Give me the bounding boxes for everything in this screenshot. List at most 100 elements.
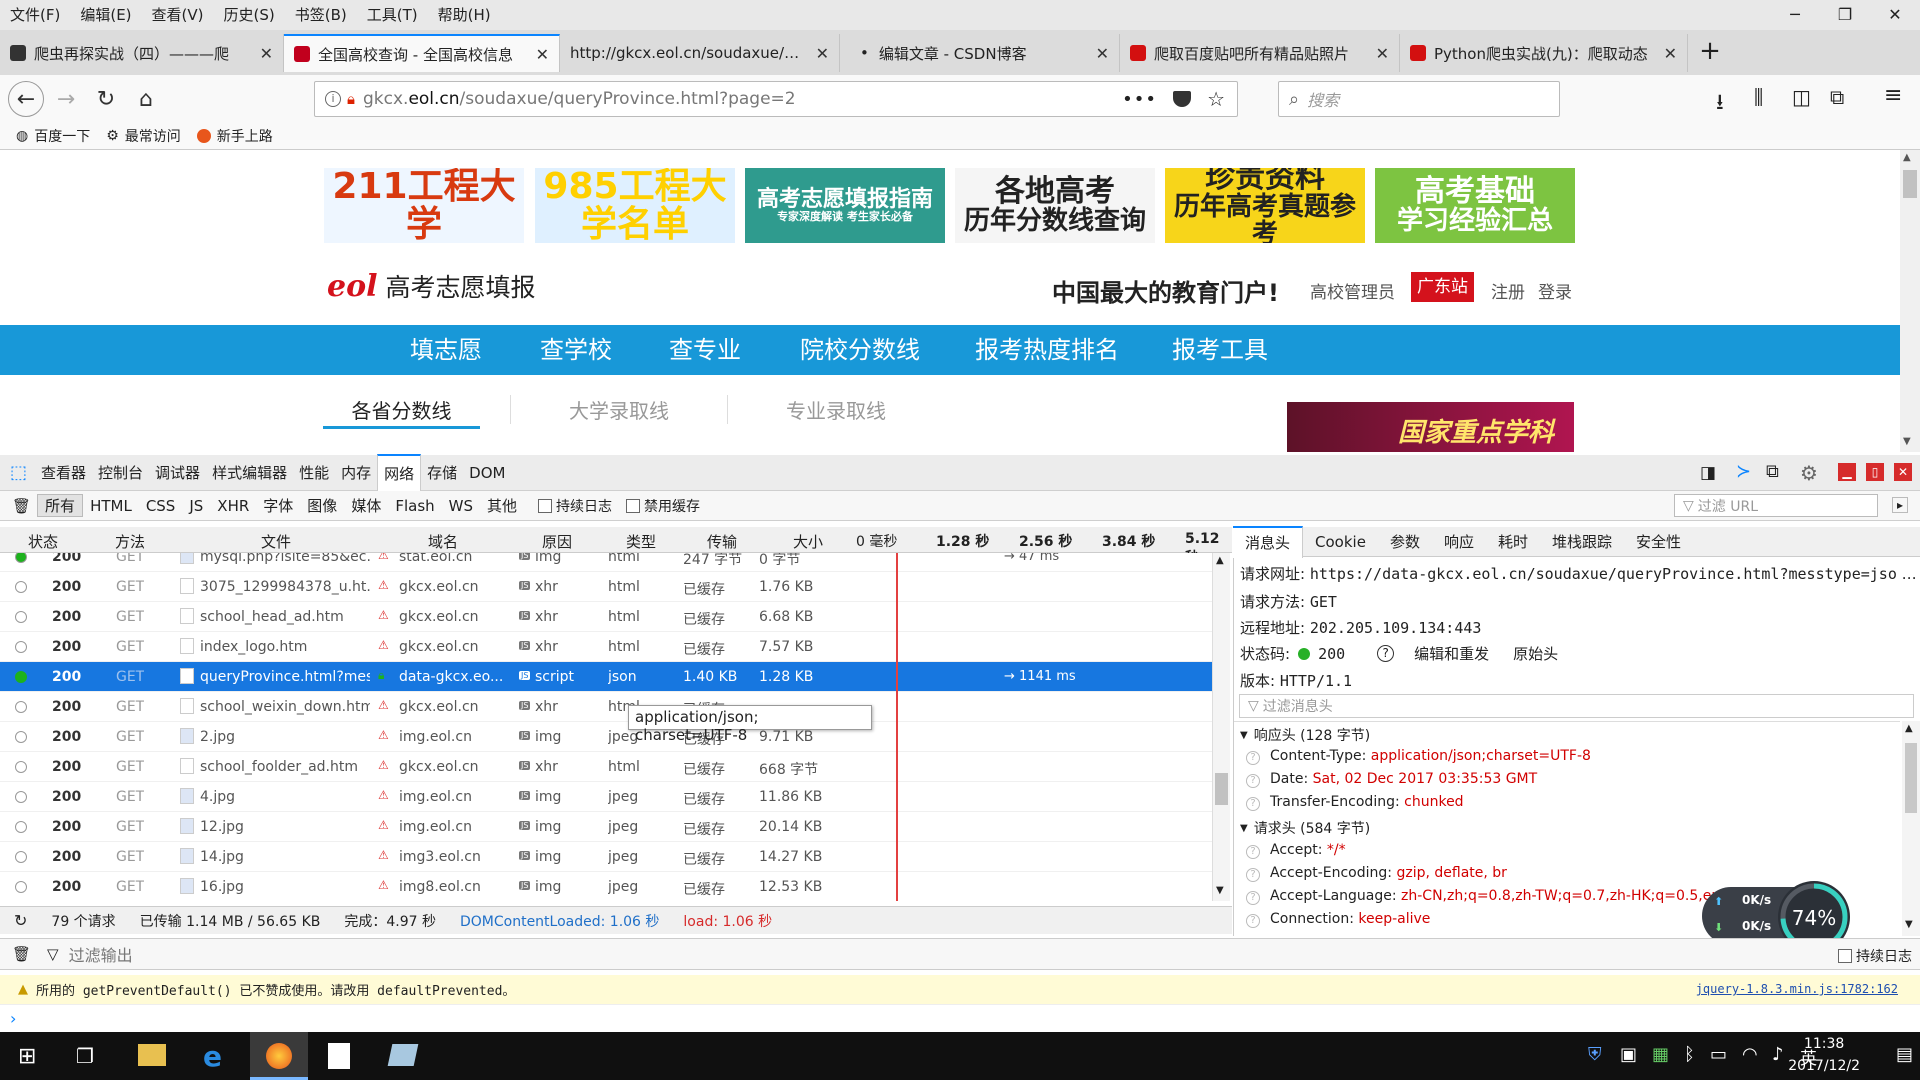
- response-headers-section[interactable]: ▼ 响应头 (128 字节): [1240, 725, 1370, 745]
- type-filter-button[interactable]: Flash: [388, 497, 441, 515]
- col-size[interactable]: 大小: [793, 531, 823, 552]
- site-nav-item[interactable]: 院校分数线: [800, 325, 920, 375]
- table-row[interactable]: ⚠ JS 200 GET index_logo.htm gkcx.eol.cn xhr htm…: [0, 632, 1212, 662]
- table-row[interactable]: ⚠ JS 200 GET 3075_1299984378_u.ht... gkcx.eol…: [0, 572, 1212, 602]
- library-icon[interactable]: ⫼: [1754, 85, 1763, 109]
- table-row[interactable]: ⚠ JS 200 GET 12.jpg img.eol.cn img jpeg 已缓存 20.14…: [0, 812, 1212, 842]
- subtab-university[interactable]: 大学录取线: [510, 395, 727, 424]
- request-url-value[interactable]: https://data-gkcx.eol.cn/soudaxue/queryP…: [1310, 565, 1897, 583]
- persist-log-checkbox[interactable]: 持续日志: [538, 496, 612, 516]
- table-row[interactable]: ⚠ JS 200 GET school_weixin_down.htm gkcx.eol.…: [0, 692, 1212, 722]
- url-bar[interactable]: i 🔒︎ gkcx.eol.cn/soudaxue/queryProvince.…: [314, 81, 1238, 117]
- browser-tab[interactable]: 爬虫再探实战（四）———爬 ✕: [0, 34, 284, 72]
- type-filter-button[interactable]: HTML: [83, 497, 139, 515]
- menu-item[interactable]: 帮助(H): [428, 0, 501, 30]
- close-tab-icon[interactable]: ✕: [260, 44, 273, 63]
- type-filter-button[interactable]: 媒体: [344, 495, 388, 516]
- close-tab-icon[interactable]: ✕: [1664, 44, 1677, 63]
- dock-bottom-icon[interactable]: ▁: [1838, 463, 1856, 481]
- type-filter-button[interactable]: 图像: [300, 495, 344, 516]
- ad-banner[interactable]: 高考基础 学习经验汇总: [1375, 168, 1575, 243]
- type-filter-button[interactable]: 字体: [256, 495, 300, 516]
- devtools-tool-tab[interactable]: 控制台: [92, 455, 149, 491]
- site-logo[interactable]: eol 高考志愿填报: [327, 268, 536, 304]
- taskbar-clock[interactable]: 11:38 2017/12/2: [1788, 1033, 1908, 1077]
- subtab-major[interactable]: 专业录取线: [727, 395, 944, 424]
- file-explorer-icon[interactable]: [138, 1044, 166, 1066]
- ad-banner[interactable]: 各地高考 历年分数线查询: [955, 168, 1155, 243]
- scroll-thumb[interactable]: [1903, 170, 1917, 198]
- site-nav-item[interactable]: 报考热度排名: [975, 325, 1119, 375]
- col-transferred[interactable]: 传输: [707, 531, 737, 552]
- header-row[interactable]: ? Transfer-Encoding: chunked: [1246, 794, 1464, 811]
- console-input[interactable]: ›: [0, 1005, 1920, 1031]
- type-filter-button[interactable]: XHR: [210, 497, 256, 515]
- col-type[interactable]: 类型: [626, 531, 656, 552]
- header-row[interactable]: ? Accept-Encoding: gzip, deflate, br: [1246, 865, 1507, 882]
- info-icon[interactable]: i: [325, 91, 341, 107]
- devtools-tool-tab[interactable]: 查看器: [35, 455, 92, 491]
- search-bar[interactable]: ⌕ 搜索: [1278, 81, 1560, 117]
- type-filter-button[interactable]: 其他: [480, 495, 524, 516]
- devtools-tool-tab[interactable]: 性能: [293, 455, 335, 491]
- headers-scroll-thumb[interactable]: [1905, 743, 1917, 813]
- help-icon[interactable]: ?: [1377, 645, 1395, 662]
- menu-item[interactable]: 文件(F): [0, 0, 70, 30]
- table-row[interactable]: ⚠ JS 200 GET 14.jpg img3.eol.cn img jpeg 已缓存 14.2…: [0, 842, 1212, 872]
- close-tab-icon[interactable]: ✕: [536, 45, 549, 64]
- minimize-icon[interactable]: ─: [1770, 0, 1820, 30]
- disable-cache-checkbox[interactable]: 禁用缓存: [626, 496, 700, 516]
- register-link[interactable]: 注册: [1491, 278, 1525, 303]
- request-headers-section[interactable]: ▼ 请求头 (584 字节): [1240, 818, 1370, 838]
- separate-window-icon[interactable]: ⧉: [1766, 461, 1779, 482]
- sidebar-icon[interactable]: ◫: [1792, 85, 1811, 109]
- wifi-icon[interactable]: ◠: [1742, 1044, 1758, 1065]
- insecure-lock-icon[interactable]: 🔒︎: [347, 90, 355, 108]
- warning-source-link[interactable]: jquery-1.8.3.min.js:1782:162: [1696, 982, 1898, 996]
- type-filter-button[interactable]: CSS: [139, 497, 183, 515]
- new-tab-button[interactable]: +: [1695, 36, 1725, 66]
- bookmark-getting-started[interactable]: 新手上路: [196, 126, 273, 146]
- table-row[interactable]: ⚠ JS 200 GET mysql.php?isite=85&ec... stat.eo…: [0, 553, 1212, 572]
- col-method[interactable]: 方法: [115, 531, 145, 552]
- task-view-icon[interactable]: ❐: [76, 1044, 94, 1068]
- details-tab[interactable]: 堆栈跟踪: [1540, 527, 1624, 557]
- pocket-icon[interactable]: [1173, 91, 1191, 107]
- bookmark-most-visited[interactable]: ⚙ 最常访问: [106, 126, 181, 146]
- admin-link[interactable]: 高校管理员: [1310, 278, 1395, 303]
- ad-banner[interactable]: 珍贵资料 历年高考真题参考: [1165, 168, 1365, 243]
- document-app-icon[interactable]: [328, 1043, 350, 1069]
- devtools-tool-tab[interactable]: 样式编辑器: [206, 455, 293, 491]
- devtools-tool-tab[interactable]: 调试器: [149, 455, 206, 491]
- net-speed-widget[interactable]: ⬆ 0K/s ⬇ 0K/s 74%: [1702, 881, 1850, 953]
- close-tab-icon[interactable]: ✕: [816, 44, 829, 63]
- filter-headers-input[interactable]: ▽ 过滤消息头: [1239, 694, 1914, 718]
- reload-button[interactable]: ↻: [88, 81, 124, 117]
- site-nav-item[interactable]: 报考工具: [1172, 325, 1268, 375]
- col-file[interactable]: 文件: [261, 531, 291, 552]
- devtools-tool-tab[interactable]: DOM: [463, 455, 511, 491]
- ad-banner[interactable]: 211工程大学: [324, 168, 524, 243]
- details-tab[interactable]: 参数: [1378, 527, 1432, 557]
- bookmark-star-icon[interactable]: ☆: [1207, 87, 1225, 111]
- table-row[interactable]: ⚠ JS 200 GET 4.jpg img.eol.cn img jpeg 已缓存 11.86 …: [0, 782, 1212, 812]
- details-tab[interactable]: Cookie: [1303, 527, 1378, 557]
- url-text[interactable]: gkcx.eol.cn/soudaxue/queryProvince.html?…: [363, 89, 796, 109]
- headers-scrollbar[interactable]: ▲ ▼: [1902, 721, 1920, 936]
- notepad-app-icon[interactable]: [387, 1044, 419, 1066]
- type-filter-button[interactable]: JS: [182, 497, 210, 515]
- col-domain[interactable]: 域名: [428, 531, 458, 552]
- header-row[interactable]: ? Connection: keep-alive: [1246, 911, 1430, 928]
- browser-tab[interactable]: • 编辑文章 - CSDN博客 ✕: [840, 34, 1120, 72]
- subtab-province[interactable]: 各省分数线: [323, 395, 480, 429]
- dock-layout-icon[interactable]: ◨: [1700, 463, 1716, 483]
- devtools-tool-tab[interactable]: 内存: [335, 455, 377, 491]
- col-cause[interactable]: 原因: [542, 531, 572, 552]
- devtools-tool-tab[interactable]: 网络: [377, 453, 422, 492]
- filter-url-input[interactable]: ▽ 过滤 URL: [1674, 494, 1878, 517]
- page-scrollbar[interactable]: ▲ ▼: [1900, 150, 1920, 452]
- raw-headers-button[interactable]: 原始头: [1509, 643, 1562, 664]
- hamburger-menu-icon[interactable]: ≡: [1884, 83, 1902, 108]
- devtools-tool-tab[interactable]: 存储: [421, 455, 463, 491]
- menu-item[interactable]: 书签(B): [285, 0, 357, 30]
